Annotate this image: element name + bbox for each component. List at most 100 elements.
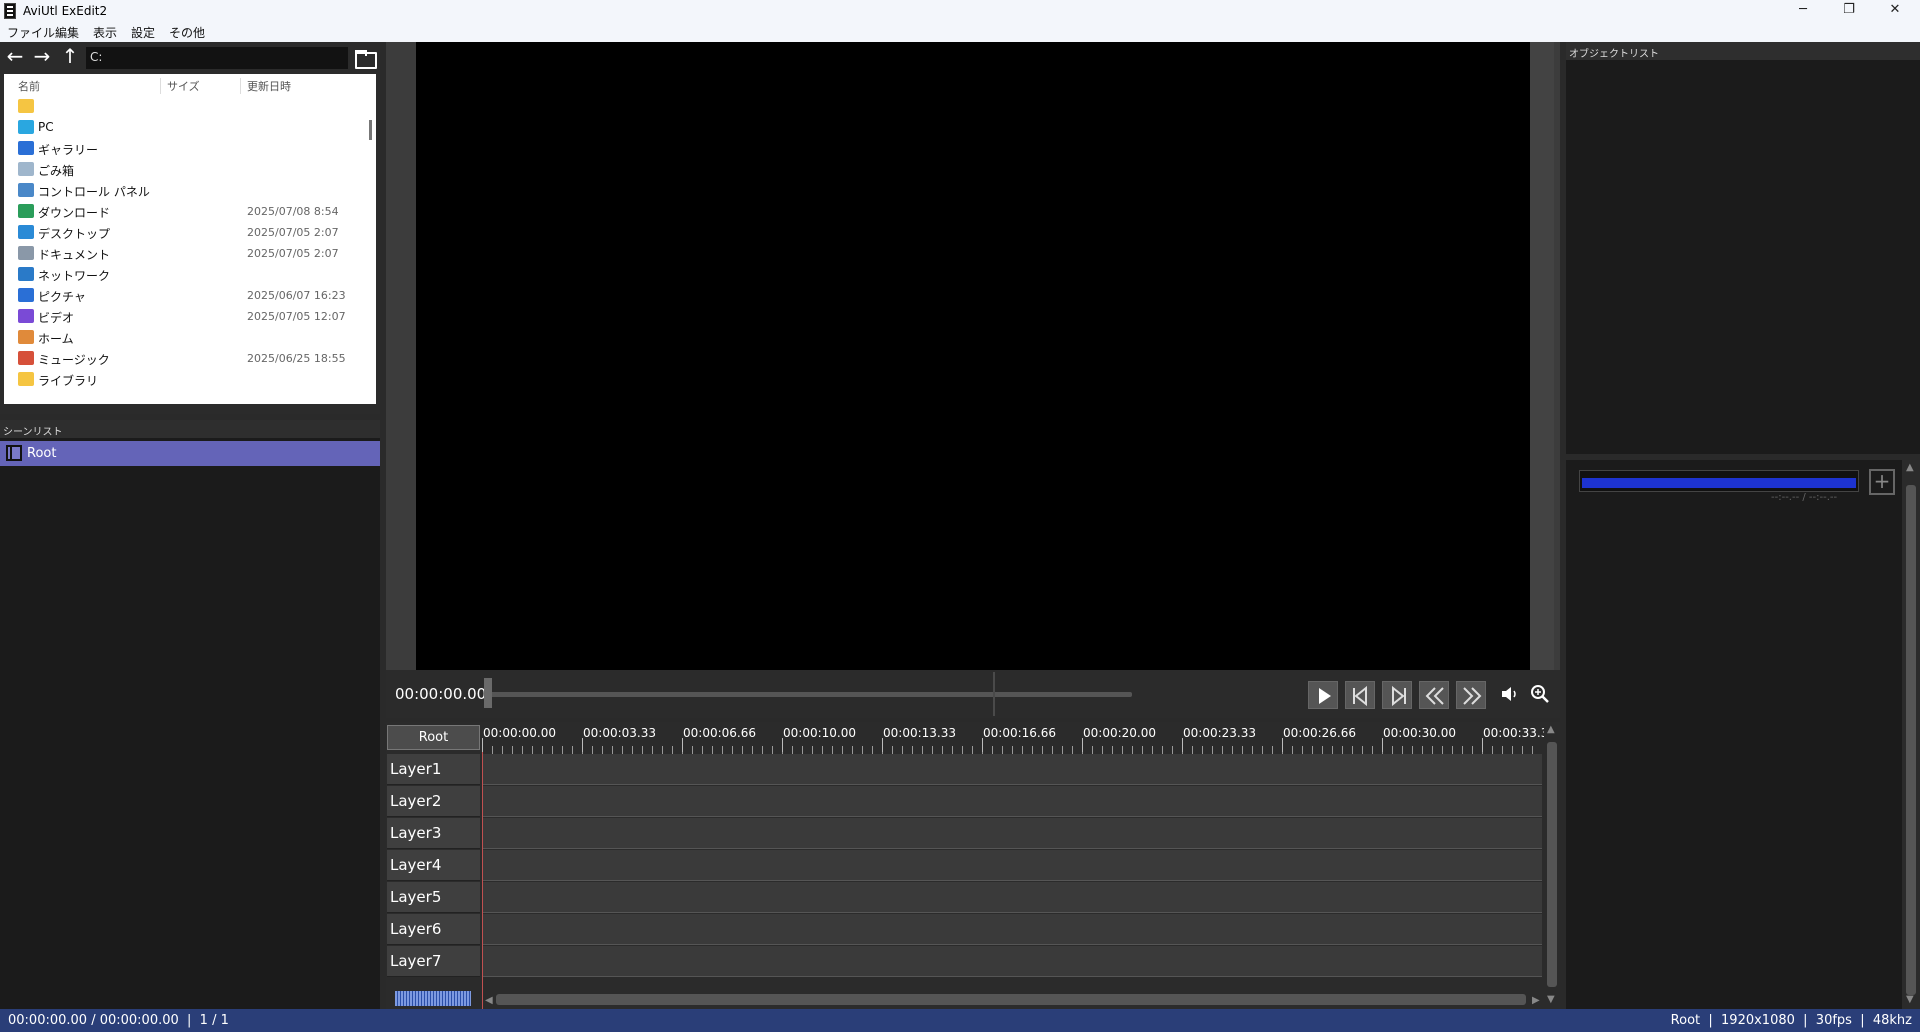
layer-track[interactable] bbox=[482, 914, 1542, 945]
properties-vscroll[interactable]: ▲ ▼ bbox=[1902, 460, 1920, 1009]
layer-header[interactable]: Layer4 bbox=[387, 850, 480, 881]
zoom-icon[interactable] bbox=[1528, 682, 1552, 706]
file-list-item[interactable]: PC bbox=[4, 117, 366, 138]
ruler-major-tick bbox=[1482, 738, 1483, 752]
file-list-item[interactable]: ビデオ 2025/07/05 12:07 bbox=[4, 306, 366, 327]
scroll-up-icon[interactable]: ▲ bbox=[1906, 462, 1914, 473]
ruler-major-tick bbox=[1382, 738, 1383, 752]
layer-header[interactable]: Layer5 bbox=[387, 882, 480, 913]
file-list-item[interactable]: ピクチャ 2025/06/07 16:23 bbox=[4, 285, 366, 306]
scene-item-label: Root bbox=[27, 446, 57, 461]
file-list-item[interactable]: ミュージック 2025/06/25 18:55 bbox=[4, 348, 366, 369]
file-list-item[interactable]: ネットワーク bbox=[4, 264, 366, 285]
timeline-vscroll-thumb[interactable] bbox=[1547, 742, 1557, 987]
layer-header[interactable]: Layer1 bbox=[387, 754, 480, 785]
scroll-right-icon[interactable]: ▶ bbox=[1532, 995, 1540, 1006]
menu-other[interactable]: その他 bbox=[169, 24, 205, 41]
object-list-header: オブジェクトリスト bbox=[1566, 42, 1920, 60]
file-list-item[interactable] bbox=[4, 96, 366, 117]
file-name: ギャラリー bbox=[38, 143, 99, 157]
scroll-left-icon[interactable]: ◀ bbox=[485, 995, 493, 1006]
timeline-vscroll[interactable]: ▲ ▼ bbox=[1544, 722, 1560, 1009]
file-date: 2025/06/07 16:23 bbox=[247, 289, 346, 302]
timeline-zoom-meter[interactable] bbox=[395, 991, 471, 1006]
properties-vscroll-thumb[interactable] bbox=[1906, 485, 1916, 995]
ruler-major-tick bbox=[1082, 738, 1083, 752]
file-list-item[interactable]: ライブラリ bbox=[4, 369, 366, 390]
scroll-up-icon[interactable]: ▲ bbox=[1547, 724, 1555, 735]
folder-icon bbox=[18, 99, 34, 113]
minimize-button[interactable]: ─ bbox=[1780, 0, 1826, 22]
layer-track[interactable] bbox=[482, 946, 1542, 977]
menu-bar: ファイル 編集 表示 設定 その他 bbox=[0, 22, 1920, 42]
forward-arrow-icon[interactable]: → bbox=[29, 45, 55, 69]
back-arrow-icon[interactable]: ← bbox=[2, 45, 28, 69]
object-range-bar[interactable] bbox=[1579, 470, 1859, 492]
layer-header[interactable]: Layer7 bbox=[387, 946, 480, 977]
scene-item-root[interactable]: Root bbox=[0, 441, 380, 466]
up-arrow-icon[interactable]: ↑ bbox=[57, 45, 83, 69]
path-input[interactable]: C: bbox=[86, 47, 348, 69]
file-date: 2025/07/05 2:07 bbox=[247, 226, 339, 239]
seek-bar[interactable] bbox=[486, 692, 1132, 697]
ruler-major-tick bbox=[1282, 738, 1283, 752]
control-panel-icon bbox=[18, 183, 34, 197]
scene-root-button[interactable]: Root bbox=[387, 725, 480, 750]
file-list-item[interactable]: ごみ箱 bbox=[4, 159, 366, 180]
file-list-item[interactable]: ギャラリー bbox=[4, 138, 366, 159]
layer-header[interactable]: Layer2 bbox=[387, 786, 480, 817]
column-separator bbox=[160, 78, 161, 94]
play-button[interactable] bbox=[1308, 681, 1338, 709]
fast-forward-button[interactable] bbox=[1456, 681, 1486, 709]
layer-track[interactable] bbox=[482, 786, 1542, 817]
column-name[interactable]: 名前 bbox=[18, 78, 40, 94]
add-icon[interactable]: + bbox=[1869, 469, 1895, 495]
preview-canvas[interactable] bbox=[416, 42, 1530, 670]
file-name: ごみ箱 bbox=[38, 164, 75, 178]
timeline-panel: Root 00:00:00.00 00:00:03.33 00:00:06.66 00… bbox=[386, 722, 1560, 1010]
volume-icon[interactable] bbox=[1498, 682, 1522, 706]
file-list-item[interactable]: ダウンロード 2025/07/08 8:54 bbox=[4, 201, 366, 222]
timeline-hscroll[interactable] bbox=[496, 994, 1526, 1005]
layer-header[interactable]: Layer3 bbox=[387, 818, 480, 849]
column-size[interactable]: サイズ bbox=[167, 78, 200, 94]
timeline-ruler[interactable]: 00:00:00.00 00:00:03.33 00:00:06.66 00:00:1… bbox=[482, 722, 1548, 754]
file-name: PC bbox=[38, 120, 54, 134]
column-modified[interactable]: 更新日時 bbox=[247, 78, 291, 94]
menu-view[interactable]: 表示 bbox=[93, 24, 117, 41]
open-folder-icon[interactable] bbox=[352, 47, 378, 69]
file-list-item[interactable]: デスクトップ 2025/07/05 2:07 bbox=[4, 222, 366, 243]
menu-edit[interactable]: 編集 bbox=[55, 24, 79, 41]
playhead-line[interactable] bbox=[482, 752, 483, 1010]
menu-settings[interactable]: 設定 bbox=[131, 24, 155, 41]
app-icon bbox=[4, 3, 16, 19]
file-list-vscroll[interactable] bbox=[369, 120, 372, 140]
layer-track[interactable] bbox=[482, 850, 1542, 881]
column-separator bbox=[240, 78, 241, 94]
layer-track[interactable] bbox=[482, 754, 1542, 785]
layer-header[interactable]: Layer6 bbox=[387, 914, 480, 945]
app-window: AviUtl ExEdit2 ─ ❐ ✕ ファイル 編集 表示 設定 その他 ←… bbox=[0, 0, 1920, 1032]
ruler-tick-label: 00:00:06.66 bbox=[683, 726, 756, 740]
file-list-item[interactable]: コントロール パネル bbox=[4, 180, 366, 201]
next-frame-button[interactable] bbox=[1382, 681, 1412, 709]
file-name: ピクチャ bbox=[38, 290, 86, 304]
layer-track[interactable] bbox=[482, 882, 1542, 913]
prev-frame-button[interactable] bbox=[1345, 681, 1375, 709]
file-list-item[interactable]: ホーム bbox=[4, 327, 366, 348]
rewind-button[interactable] bbox=[1419, 681, 1449, 709]
file-explorer: ← → ↑ C: 名前 サイズ 更新日時 PC ギャラリーごみ箱コントロール パネ… bbox=[0, 42, 380, 437]
scroll-down-icon[interactable]: ▼ bbox=[1906, 994, 1914, 1005]
restore-button[interactable]: ❐ bbox=[1826, 0, 1872, 22]
file-name: ネットワーク bbox=[38, 269, 111, 283]
file-list-item[interactable]: ドキュメント 2025/07/05 2:07 bbox=[4, 243, 366, 264]
seek-handle[interactable] bbox=[484, 678, 492, 708]
scroll-down-icon[interactable]: ▼ bbox=[1547, 994, 1555, 1005]
ruler-tick-label: 00:00:23.33 bbox=[1183, 726, 1256, 740]
layer-track[interactable] bbox=[482, 818, 1542, 849]
ruler-major-tick bbox=[1182, 738, 1183, 752]
close-button[interactable]: ✕ bbox=[1872, 0, 1918, 22]
menu-file[interactable]: ファイル bbox=[7, 24, 55, 41]
ruler-major-tick bbox=[582, 738, 583, 752]
videos-icon bbox=[18, 309, 34, 323]
